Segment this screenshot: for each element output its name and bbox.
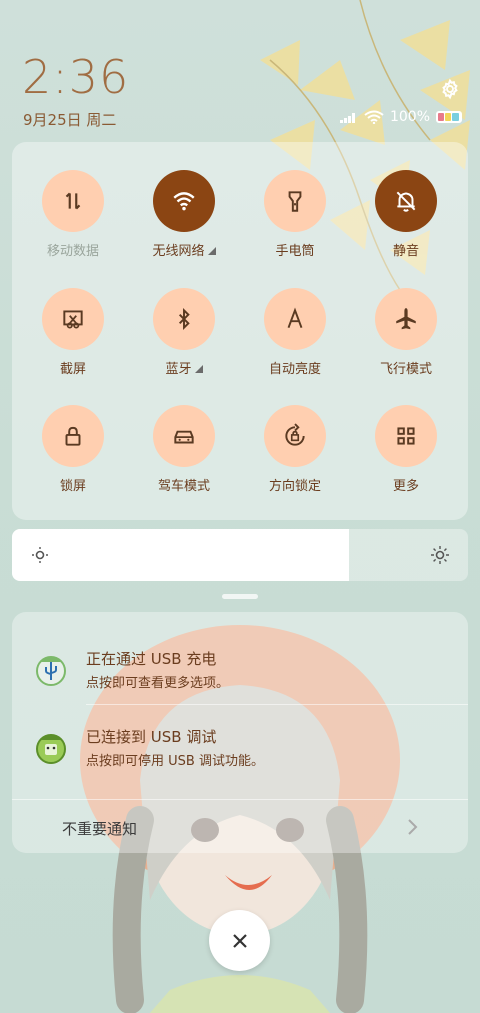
unimportant-notifications-label[interactable]: 不重要通知 <box>62 818 137 839</box>
brightness-fill <box>12 529 350 581</box>
notification-title: 已连接到 USB 调试 <box>86 728 217 746</box>
quick-tile-label: 移动数据 <box>46 244 99 259</box>
quick-tile-button[interactable] <box>153 405 215 467</box>
notification-usb-charging[interactable]: 正在通过 USB 充电 点按即可查看更多选项。 <box>12 644 468 724</box>
quick-tile-button[interactable] <box>153 288 215 350</box>
notification-title: 正在通过 USB 充电 <box>86 650 217 668</box>
expand-menu-indicator-icon <box>194 365 203 373</box>
battery-icon <box>436 111 462 123</box>
quick-tile-bluetooth[interactable]: 蓝牙 <box>134 288 234 377</box>
brightness-high-icon <box>431 546 449 564</box>
status-bar: 100% <box>339 109 462 125</box>
quick-tile-label: 驾车模式 <box>157 479 210 494</box>
wifi-icon <box>173 192 195 211</box>
notification-panel: 正在通过 USB 充电 点按即可查看更多选项。 已连接到 USB 调试 点按即可… <box>12 612 468 853</box>
notification-usb-debug[interactable]: 已连接到 USB 调试 点按即可停用 USB 调试功能。 <box>12 722 468 802</box>
car-icon <box>174 430 194 444</box>
quick-tile-label: 方向锁定 <box>268 479 321 494</box>
quick-tile-label: 更多 <box>392 479 419 494</box>
quick-tile-button[interactable] <box>42 288 104 350</box>
quick-tile-button[interactable] <box>264 170 326 232</box>
quick-tile-bell-off[interactable]: 静音 <box>356 170 456 259</box>
airplane-icon <box>396 308 416 330</box>
quick-tile-label: 蓝牙 <box>134 358 234 377</box>
quick-tile-button[interactable] <box>42 405 104 467</box>
quick-tile-button[interactable] <box>375 170 437 232</box>
quick-tile-car[interactable]: 驾车模式 <box>134 405 234 494</box>
notification-subtitle: 点按即可查看更多选项。 <box>86 676 230 691</box>
auto-brightness-icon <box>287 307 303 329</box>
usb-debug-app-icon <box>36 734 66 764</box>
screenshot-scissors-icon <box>63 310 83 329</box>
drag-handle[interactable] <box>222 594 258 599</box>
gear-icon[interactable] <box>439 78 461 100</box>
quick-tile-label: 飞行模式 <box>379 362 432 377</box>
quick-tile-label: 静音 <box>392 244 419 259</box>
usb-charging-app-icon <box>36 656 66 686</box>
quick-tile-airplane[interactable]: 飞行模式 <box>356 288 456 377</box>
flashlight-icon <box>288 191 302 212</box>
brightness-slider[interactable] <box>12 529 468 581</box>
signal-icon <box>339 113 355 123</box>
date-label[interactable]: 9月25日 周二 <box>23 109 116 130</box>
quick-tile-label: 截屏 <box>59 362 86 377</box>
quick-tile-button[interactable] <box>264 288 326 350</box>
rotation-lock-icon <box>285 423 305 446</box>
quick-tile-label: 锁屏 <box>59 479 86 494</box>
quick-tile-button[interactable] <box>42 170 104 232</box>
quick-tile-button[interactable] <box>375 405 437 467</box>
quick-tile-button[interactable] <box>375 288 437 350</box>
clock-time[interactable]: 2:36 <box>22 50 129 104</box>
quick-tile-wifi[interactable]: 无线网络 <box>134 170 234 259</box>
close-icon <box>232 933 247 948</box>
brightness-low-icon <box>32 547 48 563</box>
expand-menu-indicator-icon <box>207 247 216 255</box>
quick-tile-flashlight[interactable]: 手电筒 <box>245 170 345 259</box>
chevron-right-icon[interactable] <box>406 816 420 838</box>
quick-tile-label: 自动亮度 <box>268 362 321 377</box>
divider <box>86 704 468 705</box>
wifi-status-icon <box>364 110 384 124</box>
quick-tile-auto-brightness[interactable]: 自动亮度 <box>245 288 345 377</box>
quick-tile-label: 无线网络 <box>134 240 234 259</box>
quick-tile-grid[interactable]: 更多 <box>356 405 456 494</box>
quick-tile-data-arrows[interactable]: 移动数据 <box>23 170 123 259</box>
grid-icon <box>397 427 415 445</box>
battery-percent: 100% <box>389 109 430 125</box>
quick-tile-button[interactable] <box>153 170 215 232</box>
quick-tile-lock[interactable]: 锁屏 <box>23 405 123 494</box>
quick-tile-screenshot-scissors[interactable]: 截屏 <box>23 288 123 377</box>
bell-off-icon <box>396 191 416 212</box>
notification-subtitle: 点按即可停用 USB 调试功能。 <box>86 754 264 769</box>
quick-tile-label: 手电筒 <box>275 244 315 259</box>
lock-icon <box>65 426 81 446</box>
data-arrows-icon <box>65 192 81 210</box>
clear-all-button[interactable] <box>209 910 270 971</box>
bluetooth-icon <box>178 307 190 331</box>
quick-tile-rotation-lock[interactable]: 方向锁定 <box>245 405 345 494</box>
divider <box>12 799 468 800</box>
quick-tile-button[interactable] <box>264 405 326 467</box>
